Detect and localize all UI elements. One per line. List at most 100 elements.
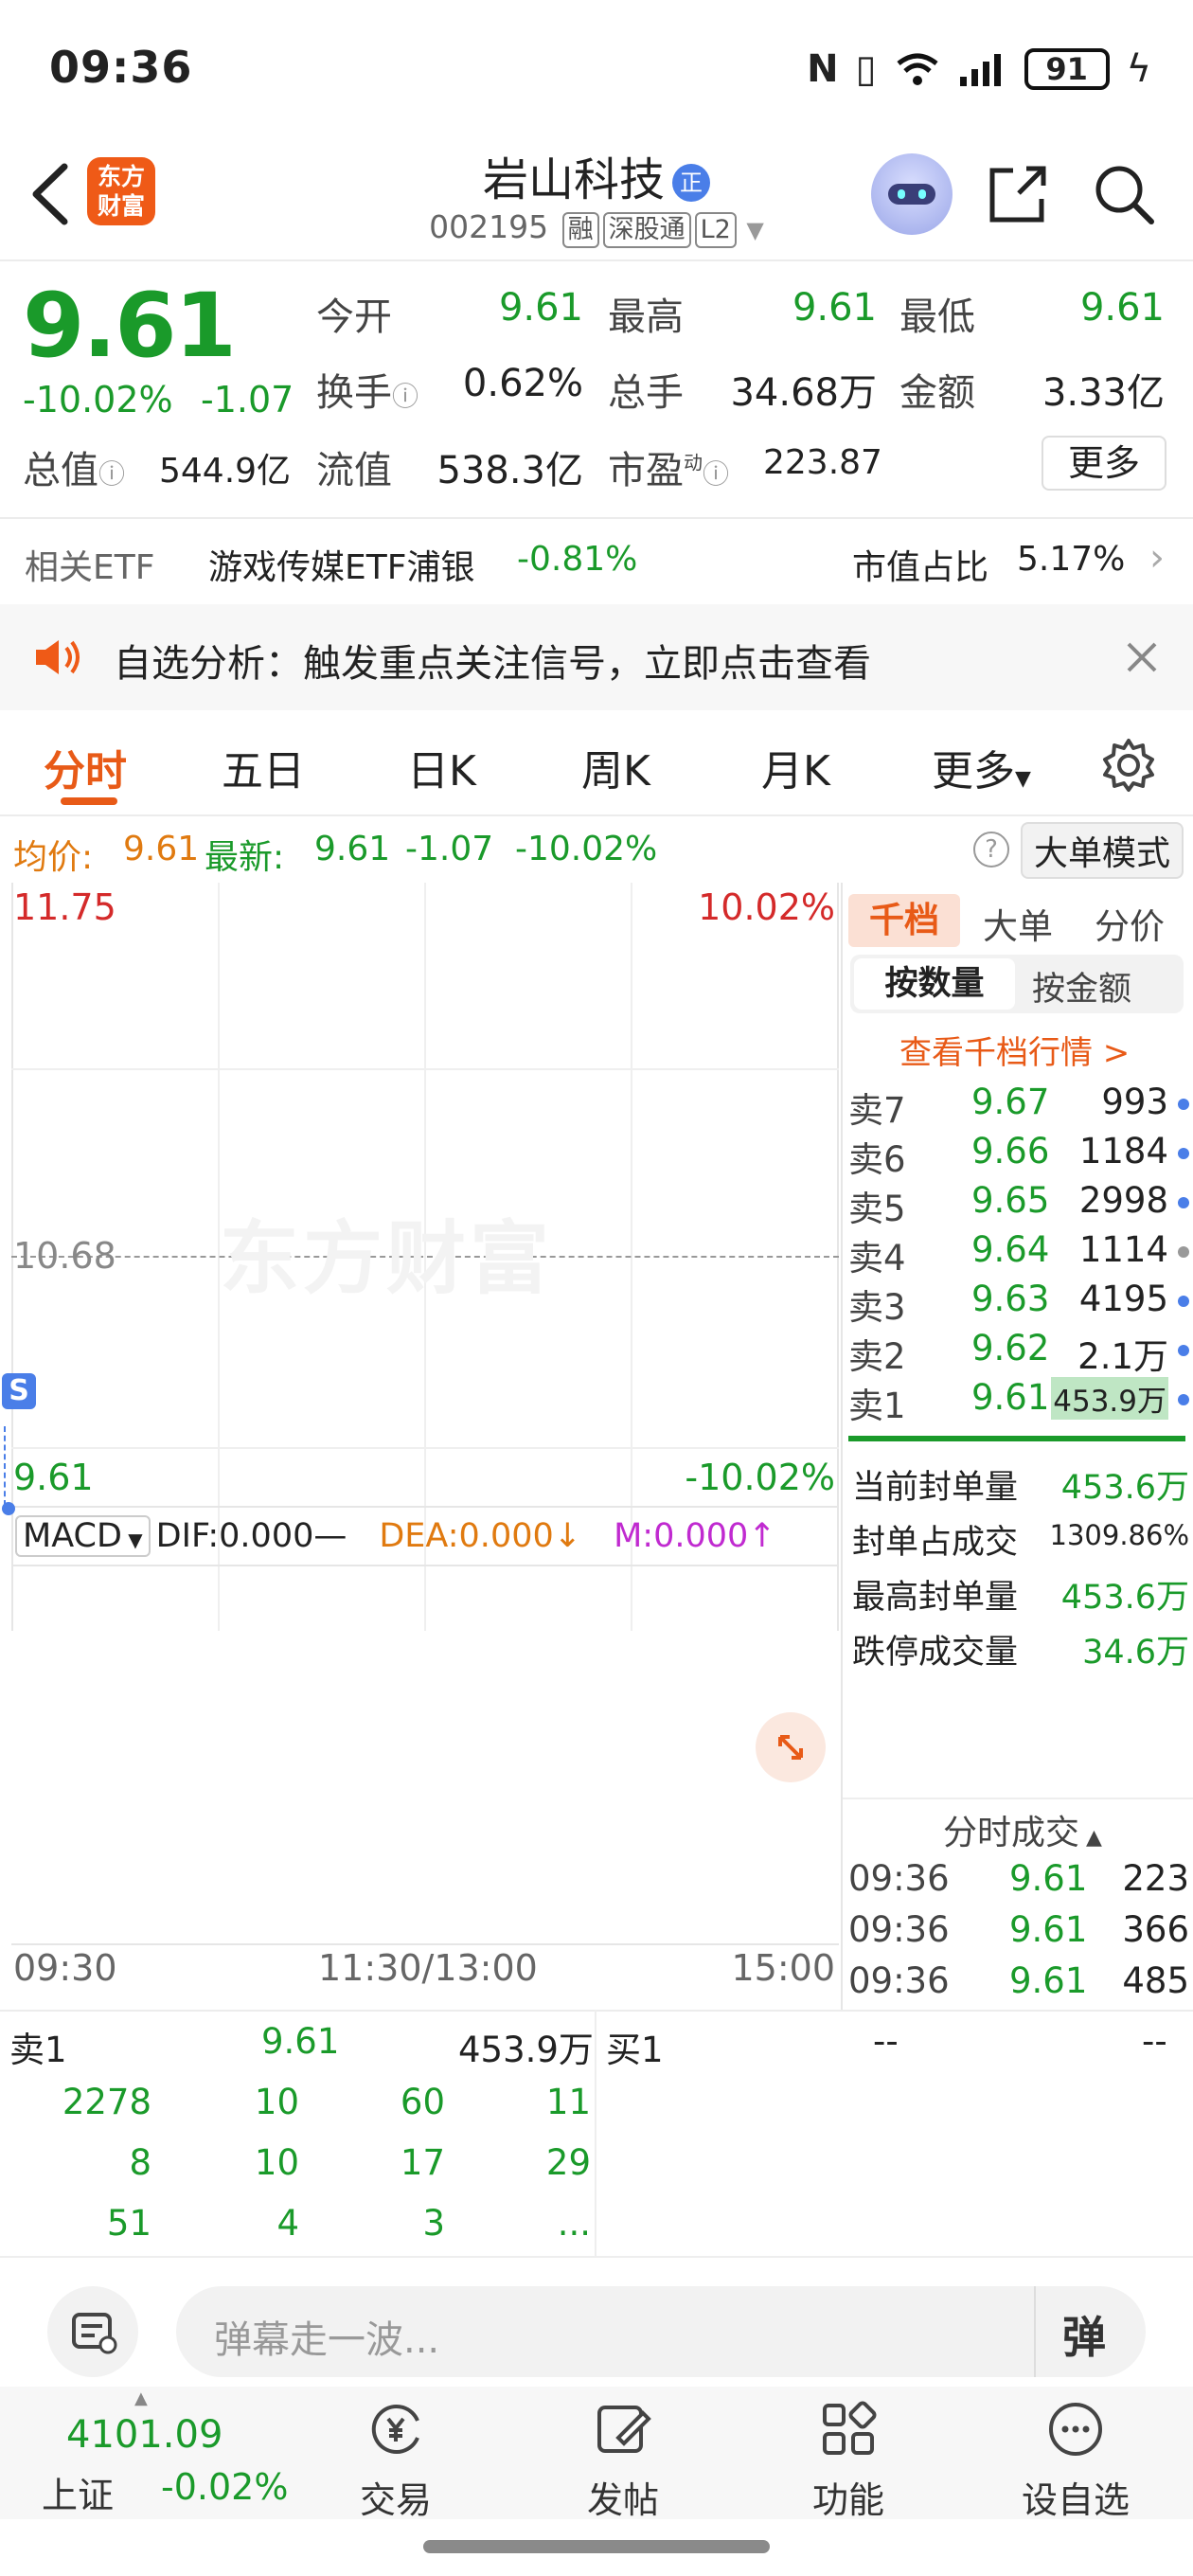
subtab-by-amount[interactable]: 按金额	[1032, 962, 1131, 1011]
x-axis-start: 09:30	[13, 1947, 117, 1989]
tab-five-day[interactable]: 五日	[222, 737, 305, 797]
y-axis-top-pct: 10.02%	[698, 886, 835, 928]
close-icon[interactable]	[1125, 640, 1159, 674]
dot-indicator	[1178, 1197, 1189, 1208]
queue-cell: 10	[254, 2142, 299, 2183]
tag-connect: 深股通	[602, 212, 691, 248]
float-cap-value: 538.3亿	[436, 449, 583, 492]
intraday-info-line: 均价: 9.61 最新: 9.61 -1.07 -10.02% ? 大单模式	[0, 814, 1193, 883]
ask-row: 卖2 9.62 2.1万	[848, 1328, 1189, 1377]
queue-cell: 29	[545, 2142, 591, 2183]
market-cap-label[interactable]: 总值ⓘ	[23, 439, 125, 494]
active-tab-indicator	[61, 797, 117, 805]
macd-selector[interactable]: MACD ▼	[15, 1515, 151, 1557]
etf-ratio-label: 市值占比	[852, 548, 989, 587]
danmu-input[interactable]: 弹幕走一波... 弹	[176, 2286, 1146, 2377]
dot-indicator	[1178, 1246, 1189, 1258]
caret-up-icon: ▲	[134, 2388, 148, 2408]
ask-row: 卖5 9.65 2998	[848, 1180, 1189, 1229]
home-indicator[interactable]	[423, 2540, 770, 2553]
trade-icon	[371, 2405, 419, 2454]
ask-row: 卖6 9.66 1184	[848, 1131, 1189, 1180]
divider	[0, 259, 1193, 261]
y-axis-top: 11.75	[13, 886, 116, 928]
ai-assistant-icon[interactable]	[871, 153, 953, 235]
danmu-settings-icon[interactable]	[47, 2286, 138, 2377]
tab-weekly-k[interactable]: 周K	[581, 737, 650, 797]
tab-price-dist[interactable]: 分价	[1095, 898, 1165, 949]
intraday-chart[interactable]: 东方财富 11.75 10.02% 10.68 9.61 -10.02% S M…	[2, 883, 839, 1989]
y-axis-bottom-pct: -10.02%	[685, 1457, 835, 1498]
index-name: 上证	[42, 2475, 115, 2516]
turnover-label[interactable]: 换手ⓘ	[316, 362, 418, 417]
pe-label[interactable]: 市盈动ⓘ	[608, 439, 729, 494]
settings-gear-icon[interactable]	[1100, 737, 1157, 794]
index-ticker[interactable]: ▲ 4101.09 上证 -0.02%	[0, 2387, 312, 2519]
expand-icon[interactable]	[756, 1712, 826, 1782]
grid-icon	[823, 2401, 877, 2455]
queue-cell: 2278	[62, 2082, 151, 2122]
open-value: 9.61	[498, 286, 583, 330]
battery-icon: 91	[1024, 48, 1110, 90]
queue-cell: ...	[557, 2203, 591, 2244]
latest-value: 9.61	[314, 830, 391, 868]
buy1-volume: --	[1142, 2021, 1167, 2062]
sell1-volume: 453.9万	[458, 2030, 594, 2070]
bottom-nav: ▲ 4101.09 上证 -0.02% 交易 发帖 功能 设自选	[0, 2387, 1193, 2521]
high-value: 9.61	[792, 286, 877, 330]
nfc-icon: N	[807, 47, 839, 91]
big-order-mode-button[interactable]: 大单模式	[1021, 822, 1184, 879]
macd-m: M:0.000↑	[614, 1517, 776, 1555]
tab-big-order[interactable]: 大单	[983, 898, 1053, 949]
order-queue: 卖1 9.61 453.9万 买1 -- -- 2278 10 60 11 8 …	[0, 2010, 1193, 2256]
chevron-down-icon: ▼	[746, 217, 764, 243]
share-icon[interactable]	[985, 161, 1051, 227]
notice-banner[interactable]: 自选分析：触发重点关注信号，立即点击查看	[0, 604, 1193, 710]
etf-ratio: 5.17%	[1017, 540, 1126, 579]
macd-dea: DEA:0.000↓	[379, 1517, 582, 1555]
ask-row: 卖3 9.63 4195	[848, 1279, 1189, 1328]
sell-marker[interactable]: S	[2, 1373, 36, 1409]
macd-dif: DIF:0.000—	[155, 1517, 347, 1555]
nav-functions[interactable]: 功能	[782, 2396, 915, 2523]
help-icon[interactable]: ?	[973, 832, 1009, 868]
amount-value: 3.33亿	[1042, 371, 1165, 415]
x-axis-end: 15:00	[731, 1947, 835, 1989]
search-icon[interactable]	[1091, 161, 1157, 227]
notice-text: 自选分析：触发重点关注信号，立即点击查看	[114, 642, 871, 686]
macd-row: MACD ▼ DIF:0.000— DEA:0.000↓ M:0.000↑	[15, 1513, 776, 1559]
y-axis-mid: 10.68	[13, 1235, 116, 1277]
subtab-by-quantity[interactable]: 按数量	[854, 958, 1015, 1010]
etf-label: 相关ETF	[25, 548, 155, 587]
trades-title[interactable]: 分时成交 ▲	[943, 1805, 1102, 1854]
high-label: 最高	[608, 295, 684, 339]
tab-monthly-k[interactable]: 月K	[761, 737, 830, 797]
turnover-value: 0.62%	[462, 362, 583, 405]
stock-header: 东方 财富 岩山科技正 002195 融深股通 L2 ▼	[0, 133, 1193, 260]
nav-trade[interactable]: 交易	[329, 2396, 462, 2523]
more-button[interactable]: 更多	[1042, 436, 1166, 491]
tag-margin: 融	[561, 212, 599, 248]
trade-row: 09:36 9.61 223	[848, 1858, 1189, 1899]
related-etf-row[interactable]: 相关ETF 游戏传媒ETF浦银 -0.81% 市值占比 5.17% ›	[0, 519, 1193, 604]
sell1-price: 9.61	[261, 2021, 340, 2062]
market-cap-value: 544.9亿	[159, 452, 292, 491]
info-icon: ⓘ	[703, 458, 730, 490]
info-icon: ⓘ	[392, 381, 419, 412]
tab-more[interactable]: 更多▼	[932, 737, 1031, 797]
chart-tabs: 分时 五日 日K 周K 月K 更多▼	[0, 710, 1193, 814]
view-depth-link[interactable]: 查看千档行情 >	[899, 1027, 1130, 1073]
queue-cell: 10	[254, 2082, 299, 2122]
tab-depth[interactable]: 千档	[848, 894, 960, 947]
dot-indicator	[1178, 1345, 1189, 1356]
low-label: 最低	[899, 295, 975, 339]
comment-bar: 弹幕走一波... 弹	[0, 2256, 1193, 2388]
danmu-toggle-icon[interactable]: 弹	[1062, 2303, 1106, 2366]
tab-intraday[interactable]: 分时	[44, 737, 127, 797]
nav-post[interactable]: 发帖	[557, 2396, 689, 2523]
dot-indicator	[1178, 1394, 1189, 1405]
latest-change: -1.07	[405, 830, 494, 868]
nav-add-watchlist[interactable]: 设自选	[1009, 2396, 1142, 2523]
latest-pct: -10.02%	[515, 830, 658, 868]
tab-daily-k[interactable]: 日K	[407, 737, 476, 797]
